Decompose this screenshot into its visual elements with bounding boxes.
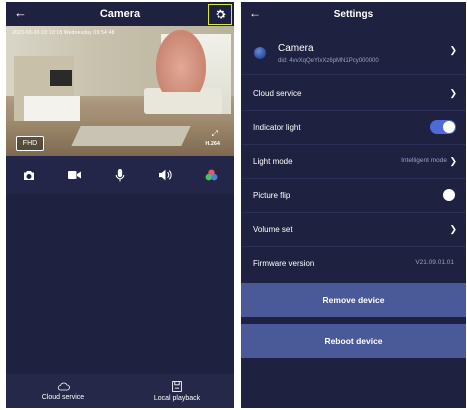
chevron-right-icon: ❯ [449,156,457,166]
video-tv [50,70,72,86]
live-video-feed[interactable]: 2023-03-30 03:10:18 Wednesday 09:54:48 F… [6,26,234,156]
setting-firmware-version: Firmware version V21.09.01.01 [241,246,466,280]
device-id: did: 4vvXqQeYlxXz6pMN1Pcy000000 [278,58,379,64]
record-button[interactable] [62,163,86,187]
video-hand [156,30,206,92]
back-arrow-icon[interactable]: ← [249,6,261,20]
nav-local-playback[interactable]: Local playback [120,374,234,408]
settings-title: Settings [333,8,374,20]
setting-label: Firmware version [253,259,315,268]
setting-cloud-service[interactable]: Cloud service ❯ [241,76,466,111]
device-info-row[interactable]: Camera did: 4vvXqQeYlxXz6pMN1Pcy000000 ❯ [241,28,466,75]
bottom-nav: Cloud service Local playback [6,374,234,408]
quality-button[interactable]: FHD [16,136,44,151]
toggle-knob [443,121,455,133]
mute-button[interactable] [154,163,178,187]
nav-cloud-label: Cloud service [41,393,85,401]
codec-label: H.264 [205,141,220,147]
setting-label: Indicator light [253,123,301,132]
video-record-icon [67,171,81,179]
camera-header: ← Camera [6,2,234,26]
microphone-icon [115,168,125,181]
setting-indicator-light: Indicator light [241,110,466,145]
settings-button[interactable] [208,4,232,25]
color-palette-icon [205,169,218,180]
settings-header: ← Settings [241,2,466,26]
video-rug [71,126,191,146]
nav-cloud-service[interactable]: Cloud service [6,374,120,408]
camera-screen: ← Camera 2023-03-30 03:10:18 Wednesday 0… [6,2,234,408]
reboot-device-button[interactable]: Reboot device [241,324,466,358]
gear-icon [216,9,226,19]
toggle-knob [443,189,455,201]
control-toolbar [6,156,234,194]
setting-label: Picture flip [253,191,291,200]
setting-volume-set[interactable]: Volume set ❯ [241,212,466,247]
chevron-right-icon: ❯ [449,88,457,98]
cloud-icon [57,382,70,390]
light-mode-value: Intelligent mode [401,157,447,164]
video-timestamp: 2023-03-30 03:10:18 Wednesday 09:54:48 [12,30,115,36]
page-title: Camera [99,8,141,20]
setting-picture-flip: Picture flip [241,178,466,213]
back-arrow-icon[interactable]: ← [14,5,27,20]
picture-flip-toggle[interactable] [430,188,456,202]
nav-playback-label: Local playback [153,394,201,402]
sd-card-icon [172,380,182,392]
camera-device-icon [254,47,266,59]
speaker-icon [158,169,172,181]
chevron-right-icon: ❯ [449,45,457,55]
indicator-light-toggle[interactable] [430,120,456,134]
fullscreen-icon[interactable]: ⤢ [212,129,218,139]
settings-screen: ← Settings Camera did: 4vvXqQeYlxXz6pMN1… [241,2,466,408]
setting-light-mode[interactable]: Light mode Intelligent mode ❯ [241,144,466,179]
firmware-value: V21.09.01.01 [415,259,454,266]
remove-device-button[interactable]: Remove device [241,283,466,317]
setting-label: Volume set [253,225,293,234]
device-name: Camera [278,43,314,54]
color-mode-button[interactable] [199,163,223,187]
chevron-right-icon: ❯ [449,224,457,234]
setting-label: Light mode [253,157,293,166]
talk-button[interactable] [108,163,132,187]
setting-label: Cloud service [253,89,302,98]
camera-icon [23,170,34,180]
snapshot-button[interactable] [17,163,41,187]
